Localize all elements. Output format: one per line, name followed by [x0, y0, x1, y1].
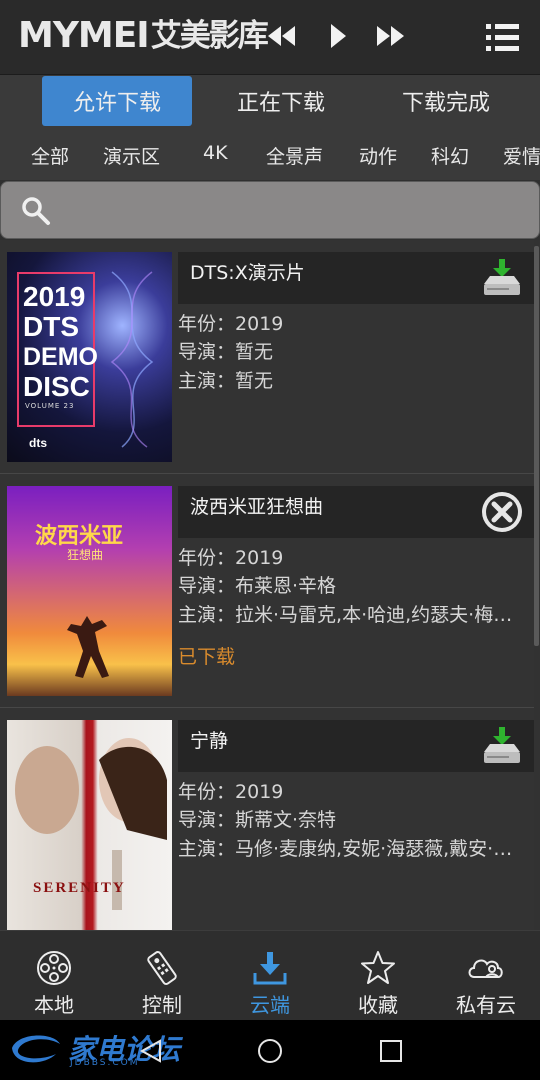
item-title-bar: 波西米亚狂想曲	[178, 486, 534, 538]
delete-button[interactable]	[480, 490, 524, 534]
item-title: DTS:X演示片	[190, 262, 305, 284]
bottom-navigation: 本地 控制 云端 收藏 私有云	[0, 930, 540, 1020]
nav-favorites-label: 收藏	[358, 993, 398, 1017]
list-item[interactable]: SERENITY 宁静 年份：2019 导演：斯蒂文·奈特 主演：马修·麦康纳,…	[0, 708, 534, 930]
poster-line1: 2019	[23, 281, 86, 312]
app-header: MYMEI 艾美影库	[0, 0, 540, 75]
performer-silhouette	[67, 616, 109, 678]
fast-forward-icon	[377, 26, 404, 46]
logo-latin: MYMEI	[18, 15, 150, 56]
item-director: 导演：暂无	[178, 341, 274, 363]
nav-local[interactable]: 本地	[0, 931, 108, 1021]
poster-brand: dts	[29, 436, 47, 450]
category-4k[interactable]: 4K	[203, 142, 228, 164]
recents-square-icon	[380, 1040, 402, 1062]
item-title-bar: 宁静	[178, 720, 534, 772]
category-atmos[interactable]: 全景声	[266, 142, 323, 169]
poster-image: 波西米亚 狂想曲	[7, 486, 172, 696]
download-button[interactable]	[480, 724, 524, 768]
app-logo: MYMEI 艾美影库	[18, 15, 269, 56]
poster-image: SERENITY	[7, 720, 172, 930]
rewind-icon	[268, 26, 295, 46]
item-year: 年份：2019	[178, 781, 284, 803]
star-icon	[361, 951, 395, 984]
nav-control[interactable]: 控制	[108, 931, 216, 1021]
item-cast: 主演：暂无	[178, 370, 274, 392]
fast-forward-button[interactable]	[370, 18, 410, 54]
item-director: 导演：布莱恩·辛格	[178, 575, 337, 597]
category-demo[interactable]: 演示区	[103, 142, 160, 169]
film-reel-icon	[37, 951, 71, 985]
menu-button[interactable]	[482, 18, 524, 58]
tab-allow-download[interactable]: 允许下载	[42, 76, 192, 126]
forum-logo-icon	[12, 1035, 60, 1063]
list-item[interactable]: 2019 DTS DEMO DISC VOLUME 23 dts DTS:X演示…	[0, 240, 534, 474]
recents-button[interactable]	[374, 1034, 408, 1068]
poster-subtitle: 狂想曲	[67, 548, 104, 562]
item-cast: 主演：马修·麦康纳,安妮·海瑟薇,戴安·…	[178, 838, 513, 860]
poster-volume: VOLUME 23	[25, 402, 75, 410]
item-title-bar: DTS:X演示片	[178, 252, 534, 304]
tab-download-complete[interactable]: 下载完成	[371, 76, 521, 126]
item-year: 年份：2019	[178, 313, 284, 335]
movie-list: 2019 DTS DEMO DISC VOLUME 23 dts DTS:X演示…	[0, 240, 540, 930]
nav-private-cloud-label: 私有云	[456, 993, 516, 1017]
category-scifi[interactable]: 科幻	[431, 142, 469, 169]
download-drive-icon	[484, 259, 520, 295]
remote-control-icon	[147, 951, 177, 985]
poster-title: SERENITY	[33, 880, 126, 896]
system-navigation-bar: 家电论坛 JDBBS.COM	[0, 1020, 540, 1080]
category-romance[interactable]: 爱情	[503, 142, 540, 169]
category-bar: 全部 演示区 4K 全景声 动作 科幻 爱情	[0, 130, 540, 180]
search-input[interactable]	[61, 192, 521, 228]
tab-downloading[interactable]: 正在下载	[206, 76, 356, 126]
delete-x-icon	[482, 492, 522, 532]
category-all[interactable]: 全部	[31, 142, 69, 169]
cloud-download-icon	[253, 952, 287, 985]
download-button[interactable]	[480, 256, 524, 300]
home-circle-icon	[258, 1039, 282, 1063]
nav-cloud-label: 云端	[250, 993, 290, 1017]
poster-line4: DISC	[23, 371, 90, 402]
downloaded-status: 已下载	[178, 646, 236, 668]
download-tabs: 允许下载 正在下载 下载完成	[0, 75, 540, 130]
item-title: 宁静	[190, 730, 229, 752]
item-director: 导演：斯蒂文·奈特	[178, 809, 337, 831]
private-cloud-icon	[468, 959, 503, 979]
item-cast: 主演：拉米·马雷克,本·哈迪,约瑟夫·梅…	[178, 604, 513, 626]
nav-private-cloud[interactable]: 私有云	[432, 931, 540, 1021]
poster-image: 2019 DTS DEMO DISC VOLUME 23 dts	[7, 252, 172, 462]
poster-line3: DEMO	[23, 343, 98, 371]
poster-line2: DTS	[23, 311, 79, 342]
item-title: 波西米亚狂想曲	[190, 496, 324, 518]
list-scrollbar[interactable]	[534, 246, 539, 646]
item-year: 年份：2019	[178, 547, 284, 569]
category-action[interactable]: 动作	[359, 142, 397, 169]
list-item[interactable]: 波西米亚 狂想曲 波西米亚狂想曲 年份：2019 导演：布莱恩·辛格 主演：拉米…	[0, 474, 534, 708]
rewind-button[interactable]	[262, 18, 302, 54]
nav-control-label: 控制	[142, 993, 182, 1017]
search-icon	[22, 197, 50, 225]
nav-local-label: 本地	[34, 993, 74, 1017]
list-menu-icon	[486, 24, 519, 51]
nav-favorites[interactable]: 收藏	[324, 931, 432, 1021]
back-triangle-icon	[139, 1039, 161, 1063]
logo-chinese: 艾美影库	[150, 18, 269, 54]
play-button[interactable]	[318, 18, 358, 54]
nav-cloud[interactable]: 云端	[216, 931, 324, 1021]
faces-graphic	[15, 738, 167, 910]
search-bar	[0, 181, 540, 239]
home-button[interactable]	[253, 1034, 287, 1068]
dna-graphic	[110, 271, 154, 448]
watermark-sub: JDBBS.COM	[70, 1058, 140, 1068]
play-icon	[331, 24, 346, 48]
back-button[interactable]	[134, 1034, 168, 1068]
download-drive-icon	[484, 727, 520, 763]
